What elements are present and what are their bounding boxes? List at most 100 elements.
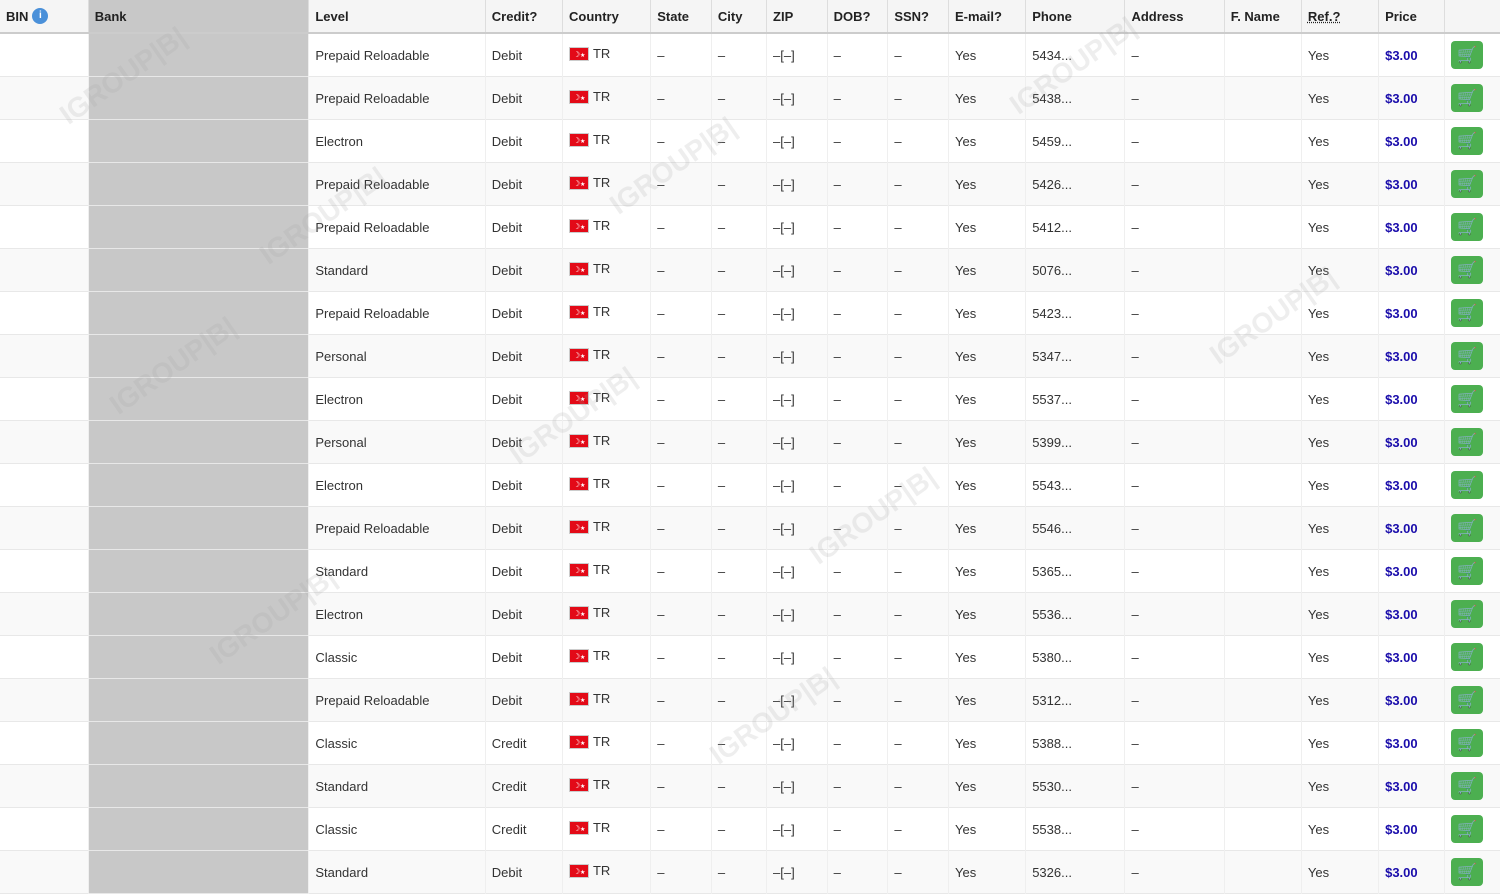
flag-container: TR (569, 304, 610, 319)
city-cell: – (711, 378, 766, 421)
cart-cell[interactable]: 🛒 (1445, 851, 1500, 894)
cart-cell[interactable]: 🛒 (1445, 249, 1500, 292)
address-cell: – (1125, 120, 1224, 163)
address-cell: – (1125, 163, 1224, 206)
ref-cell: Yes (1301, 722, 1378, 765)
address-cell: – (1125, 33, 1224, 77)
level-cell: Standard (309, 550, 485, 593)
cart-cell[interactable]: 🛒 (1445, 206, 1500, 249)
zip-cell: –[–] (767, 808, 828, 851)
ref-cell: Yes (1301, 33, 1378, 77)
zip-cell: –[–] (767, 636, 828, 679)
add-to-cart-button[interactable]: 🛒 (1451, 256, 1483, 284)
add-to-cart-button[interactable]: 🛒 (1451, 815, 1483, 843)
level-cell: Classic (309, 808, 485, 851)
table-row: Electron Debit TR – – –[–] – – Yes 5459.… (0, 120, 1500, 163)
ssn-cell: – (888, 507, 949, 550)
cart-cell[interactable]: 🛒 (1445, 722, 1500, 765)
zip-cell: –[–] (767, 550, 828, 593)
bank-cell (88, 636, 309, 679)
cart-cell[interactable]: 🛒 (1445, 765, 1500, 808)
cart-cell[interactable]: 🛒 (1445, 33, 1500, 77)
cart-cell[interactable]: 🛒 (1445, 507, 1500, 550)
country-code: TR (593, 132, 610, 147)
flag-tr-icon (569, 262, 589, 276)
cart-cell[interactable]: 🛒 (1445, 808, 1500, 851)
city-cell: – (711, 507, 766, 550)
bank-cell (88, 378, 309, 421)
cart-cell[interactable]: 🛒 (1445, 593, 1500, 636)
fname-cell (1224, 421, 1301, 464)
add-to-cart-button[interactable]: 🛒 (1451, 342, 1483, 370)
col-header-fname: F. Name (1224, 0, 1301, 33)
bin-cell (0, 636, 88, 679)
cart-cell[interactable]: 🛒 (1445, 464, 1500, 507)
cart-cell[interactable]: 🛒 (1445, 636, 1500, 679)
state-cell: – (651, 765, 712, 808)
data-table: BIN i Bank Level Credit? Country State C… (0, 0, 1500, 894)
state-cell: – (651, 851, 712, 894)
credit-cell: Debit (485, 851, 562, 894)
add-to-cart-button[interactable]: 🛒 (1451, 84, 1483, 112)
add-to-cart-button[interactable]: 🛒 (1451, 127, 1483, 155)
ref-cell: Yes (1301, 421, 1378, 464)
table-row: Prepaid Reloadable Debit TR – – –[–] – –… (0, 292, 1500, 335)
state-cell: – (651, 77, 712, 120)
fname-cell (1224, 851, 1301, 894)
add-to-cart-button[interactable]: 🛒 (1451, 686, 1483, 714)
email-cell: Yes (948, 593, 1025, 636)
bin-info-icon[interactable]: i (32, 8, 48, 24)
credit-cell: Debit (485, 636, 562, 679)
fname-cell (1224, 507, 1301, 550)
dob-cell: – (827, 421, 888, 464)
cart-cell[interactable]: 🛒 (1445, 335, 1500, 378)
email-cell: Yes (948, 77, 1025, 120)
level-cell: Classic (309, 636, 485, 679)
add-to-cart-button[interactable]: 🛒 (1451, 643, 1483, 671)
add-to-cart-button[interactable]: 🛒 (1451, 600, 1483, 628)
fname-cell (1224, 550, 1301, 593)
add-to-cart-button[interactable]: 🛒 (1451, 41, 1483, 69)
cart-cell[interactable]: 🛒 (1445, 163, 1500, 206)
dob-cell: – (827, 163, 888, 206)
col-header-level: Level (309, 0, 485, 33)
dob-cell: – (827, 636, 888, 679)
zip-cell: –[–] (767, 722, 828, 765)
cart-cell[interactable]: 🛒 (1445, 421, 1500, 464)
cart-cell[interactable]: 🛒 (1445, 77, 1500, 120)
cart-cell[interactable]: 🛒 (1445, 378, 1500, 421)
phone-cell: 5076... (1026, 249, 1125, 292)
add-to-cart-button[interactable]: 🛒 (1451, 213, 1483, 241)
credit-cell: Debit (485, 33, 562, 77)
email-cell: Yes (948, 851, 1025, 894)
ssn-cell: – (888, 808, 949, 851)
add-to-cart-button[interactable]: 🛒 (1451, 557, 1483, 585)
add-to-cart-button[interactable]: 🛒 (1451, 729, 1483, 757)
bank-cell (88, 550, 309, 593)
cart-cell[interactable]: 🛒 (1445, 292, 1500, 335)
country-code: TR (593, 691, 610, 706)
add-to-cart-button[interactable]: 🛒 (1451, 170, 1483, 198)
bank-cell (88, 765, 309, 808)
add-to-cart-button[interactable]: 🛒 (1451, 428, 1483, 456)
table-row: Electron Debit TR – – –[–] – – Yes 5537.… (0, 378, 1500, 421)
add-to-cart-button[interactable]: 🛒 (1451, 772, 1483, 800)
cart-cell[interactable]: 🛒 (1445, 679, 1500, 722)
ssn-cell: – (888, 120, 949, 163)
flag-container: TR (569, 476, 610, 491)
zip-cell: –[–] (767, 679, 828, 722)
country-cell: TR (562, 722, 650, 765)
add-to-cart-button[interactable]: 🛒 (1451, 299, 1483, 327)
add-to-cart-button[interactable]: 🛒 (1451, 858, 1483, 886)
cart-cell[interactable]: 🛒 (1445, 120, 1500, 163)
add-to-cart-button[interactable]: 🛒 (1451, 385, 1483, 413)
ssn-cell: – (888, 765, 949, 808)
country-cell: TR (562, 33, 650, 77)
add-to-cart-button[interactable]: 🛒 (1451, 514, 1483, 542)
phone-cell: 5365... (1026, 550, 1125, 593)
cart-cell[interactable]: 🛒 (1445, 550, 1500, 593)
add-to-cart-button[interactable]: 🛒 (1451, 471, 1483, 499)
ref-cell: Yes (1301, 249, 1378, 292)
flag-container: TR (569, 347, 610, 362)
ref-cell: Yes (1301, 636, 1378, 679)
